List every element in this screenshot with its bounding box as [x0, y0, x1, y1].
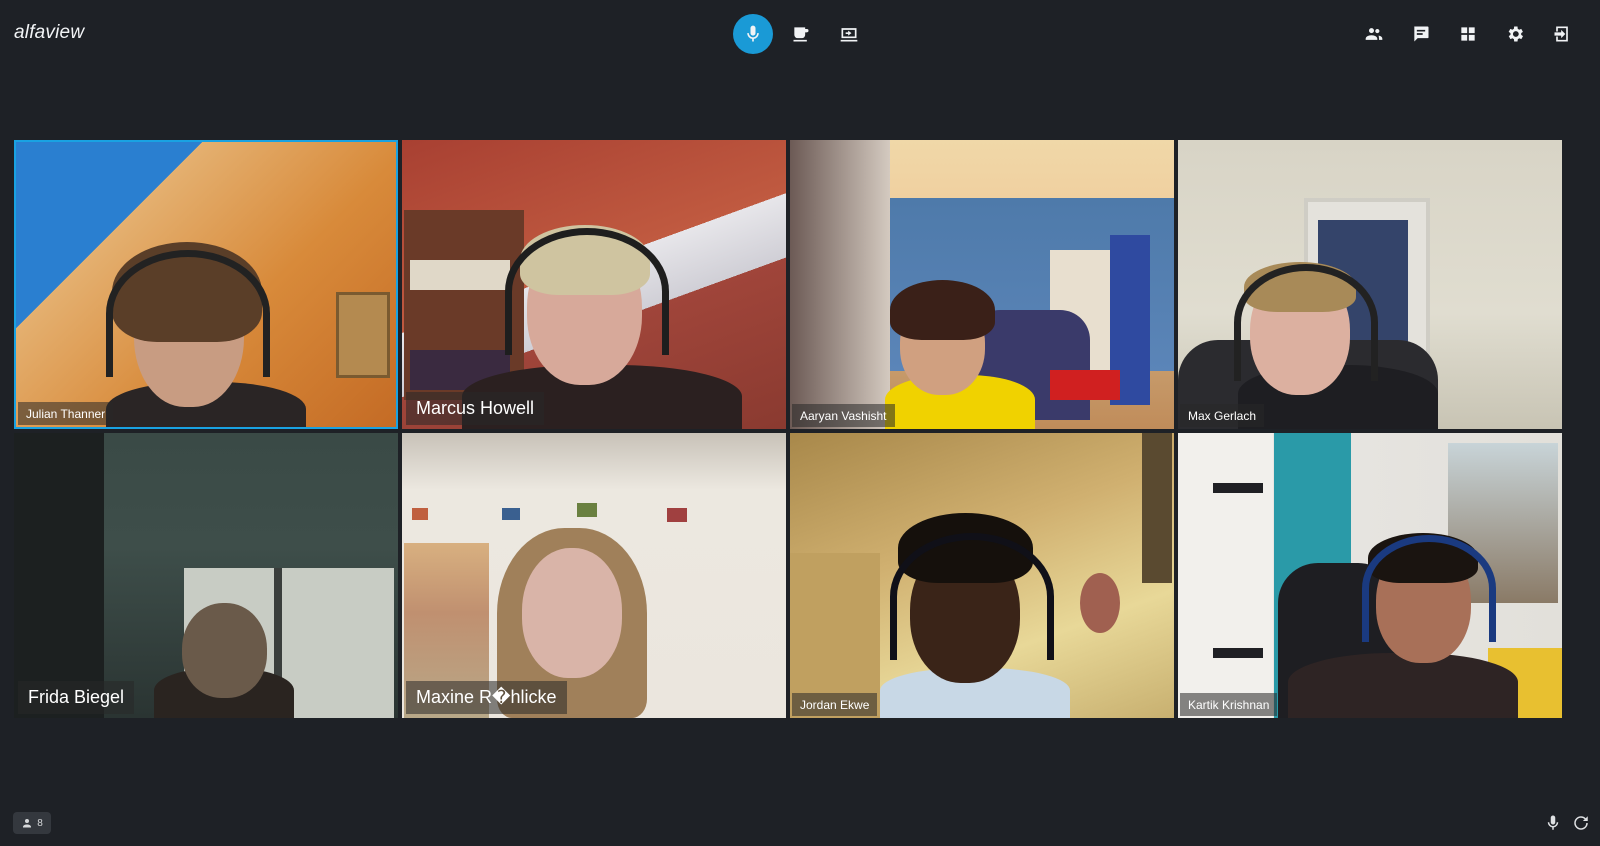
layout-grid-icon	[1461, 27, 1475, 41]
participant-count-badge[interactable]: 8	[13, 812, 51, 834]
video-tile[interactable]: Max Gerlach	[1178, 140, 1562, 429]
settings-icon	[1508, 26, 1523, 42]
coffee-break-icon	[793, 27, 809, 42]
participant-name: Aaryan Vashisht	[792, 404, 895, 427]
video-tile[interactable]: Julian Thanner	[14, 140, 398, 429]
leave-button[interactable]	[1542, 14, 1582, 54]
participant-name: Jordan Ekwe	[792, 693, 878, 716]
bottom-status	[1544, 814, 1590, 832]
chat-icon	[1414, 26, 1429, 42]
app-logo: alfaview	[14, 22, 85, 43]
participant-name: Julian Thanner	[18, 402, 114, 425]
video-tile[interactable]: Frida Biegel	[14, 433, 398, 718]
microphone-status-icon[interactable]	[1544, 814, 1562, 832]
leave-icon	[1554, 26, 1568, 42]
settings-button[interactable]	[1495, 14, 1535, 54]
participant-name: Max Gerlach	[1180, 404, 1265, 427]
participant-count: 8	[37, 817, 43, 829]
connection-status-icon[interactable]	[1572, 814, 1590, 832]
video-tile[interactable]: Marcus Howell	[402, 140, 786, 429]
screen-share-icon	[840, 28, 858, 42]
participants-button[interactable]	[1354, 14, 1394, 54]
person-icon	[23, 819, 32, 828]
microphone-icon	[747, 25, 759, 42]
participant-name: Frida Biegel	[18, 681, 135, 714]
video-tile[interactable]: Kartik Krishnan	[1178, 433, 1562, 718]
participant-name: Kartik Krishnan	[1180, 693, 1278, 716]
center-controls	[733, 14, 869, 54]
video-tile[interactable]: Jordan Ekwe	[790, 433, 1174, 718]
participants-icon	[1365, 28, 1383, 40]
microphone-button[interactable]	[733, 14, 773, 54]
coffee-break-button[interactable]	[781, 14, 821, 54]
right-controls	[1354, 14, 1582, 54]
participant-name: Marcus Howell	[406, 392, 545, 425]
participant-name: Maxine R�hlicke	[406, 681, 567, 714]
video-tile[interactable]: Maxine R�hlicke	[402, 433, 786, 718]
screen-share-button[interactable]	[829, 14, 869, 54]
top-bar: alfaview	[0, 0, 1600, 68]
video-tile[interactable]: Aaryan Vashisht	[790, 140, 1174, 429]
chat-button[interactable]	[1401, 14, 1441, 54]
layout-button[interactable]	[1448, 14, 1488, 54]
